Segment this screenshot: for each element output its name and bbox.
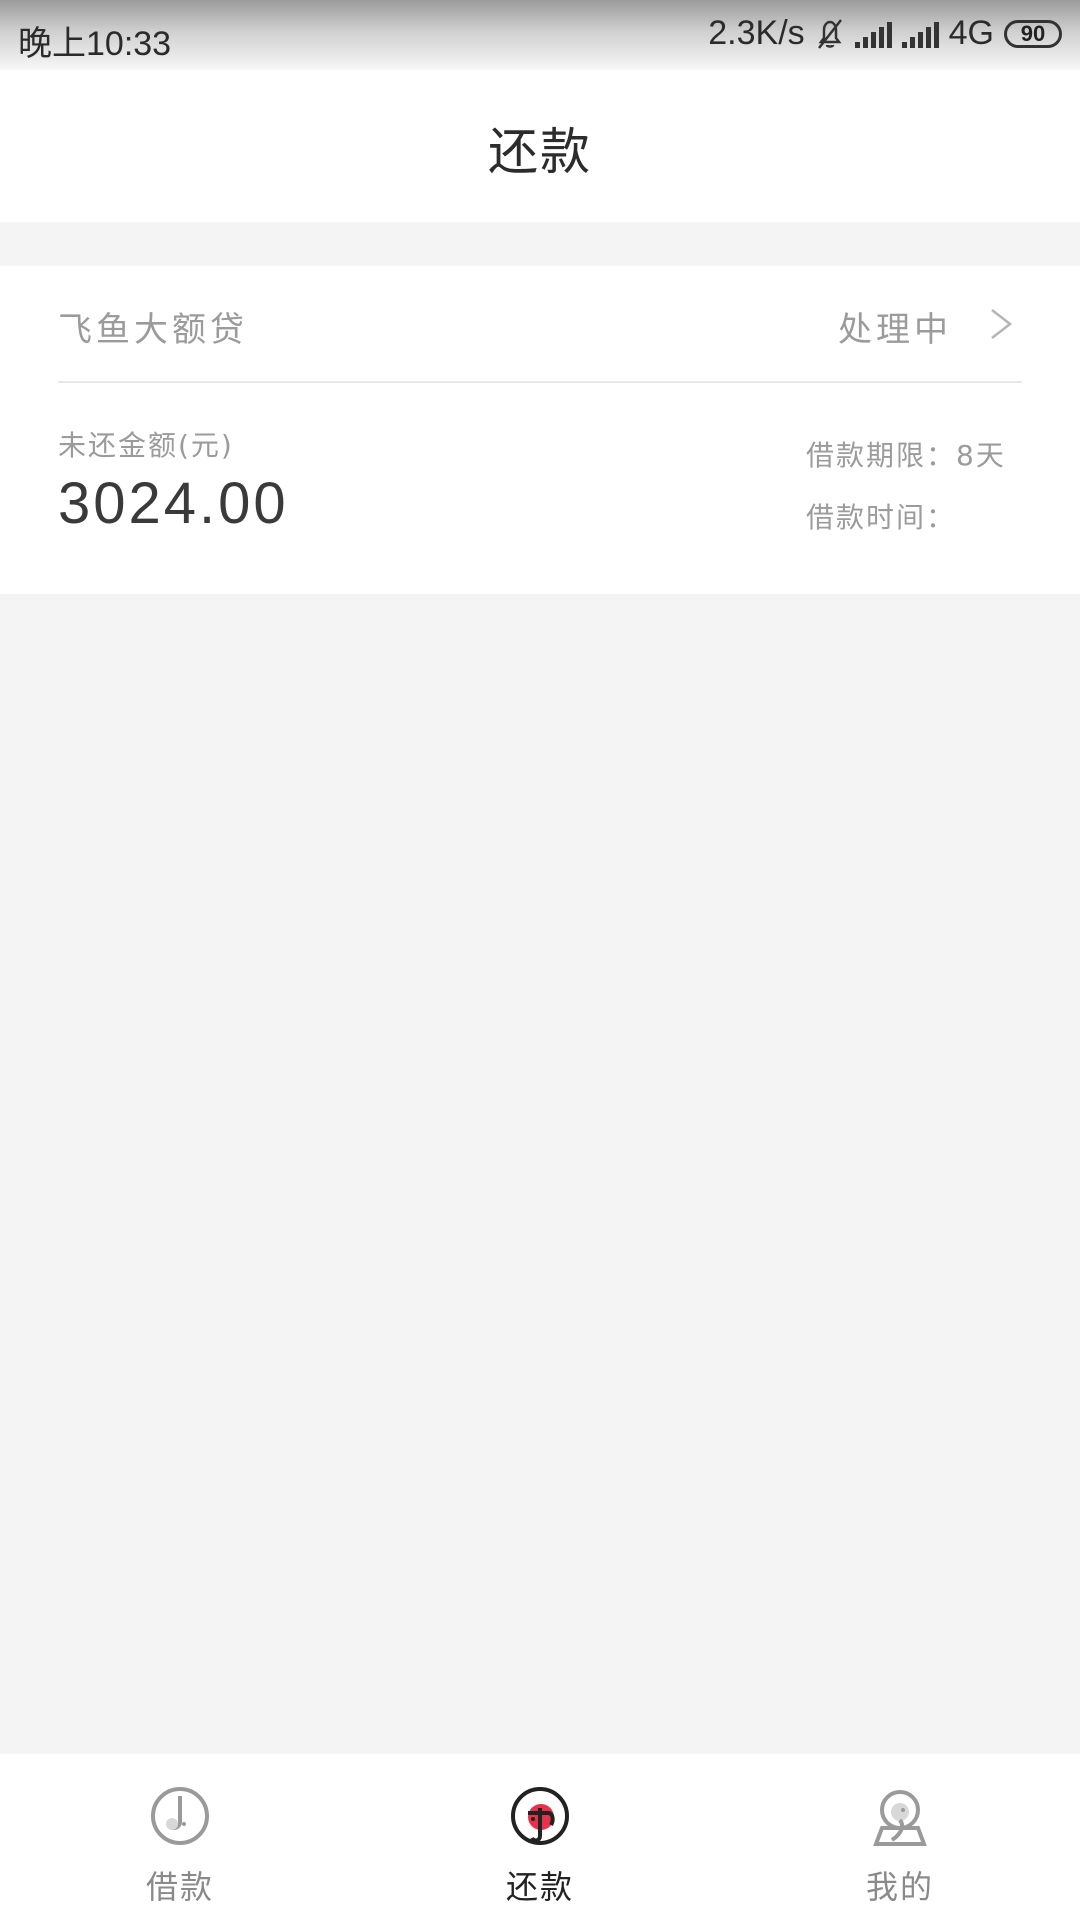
signal-icon-2 [901, 20, 939, 48]
nav-label-repay: 还款 [505, 1868, 574, 1906]
loan-card-header[interactable]: 飞鱼大额贷 处理中 [58, 266, 1022, 383]
header: 还款 [0, 70, 1080, 222]
loan-status: 处理中 [838, 310, 952, 350]
status-indicators: 2.3K/s 4G 90 [708, 14, 1062, 53]
nav-item-repay[interactable]: 还款 [360, 1754, 720, 1920]
network-speed: 2.3K/s [708, 14, 805, 52]
amount-value: 3024.00 [58, 471, 289, 536]
signal-icon-1 [854, 20, 892, 48]
loan-time: 借款时间： [806, 501, 957, 534]
repay-icon [511, 1787, 569, 1845]
page-title: 还款 [488, 123, 592, 181]
loan-term: 借款期限：8天 [806, 439, 1006, 472]
profile-icon [873, 1790, 927, 1846]
nav-label-borrow: 借款 [145, 1868, 214, 1906]
loan-card[interactable]: 飞鱼大额贷 处理中 未还金额(元) 3024.00 借款期限：8天 借款时间： [0, 266, 1080, 594]
network-type: 4G [948, 14, 994, 52]
status-time: 晚上10:33 [18, 25, 172, 63]
bottom-nav: 借款 还款 我的 [0, 1754, 1080, 1920]
nav-item-profile[interactable]: 我的 [720, 1754, 1080, 1920]
loan-name: 飞鱼大额贷 [58, 310, 248, 350]
amount-label: 未还金额(元) [58, 429, 234, 462]
nav-label-profile: 我的 [865, 1868, 934, 1906]
battery-level: 90 [1020, 20, 1046, 46]
battery-icon: 90 [1004, 19, 1062, 48]
screen: 晚上10:33 2.3K/s 4G 90 还款 飞鱼大额贷 处理中 未还金额(元… [0, 0, 1080, 1920]
chevron-right-icon[interactable] [986, 306, 1016, 342]
mute-bell-icon [817, 18, 842, 49]
status-bar: 晚上10:33 2.3K/s 4G 90 [0, 0, 1080, 70]
borrow-icon [151, 1787, 209, 1845]
nav-item-borrow[interactable]: 借款 [0, 1754, 360, 1920]
